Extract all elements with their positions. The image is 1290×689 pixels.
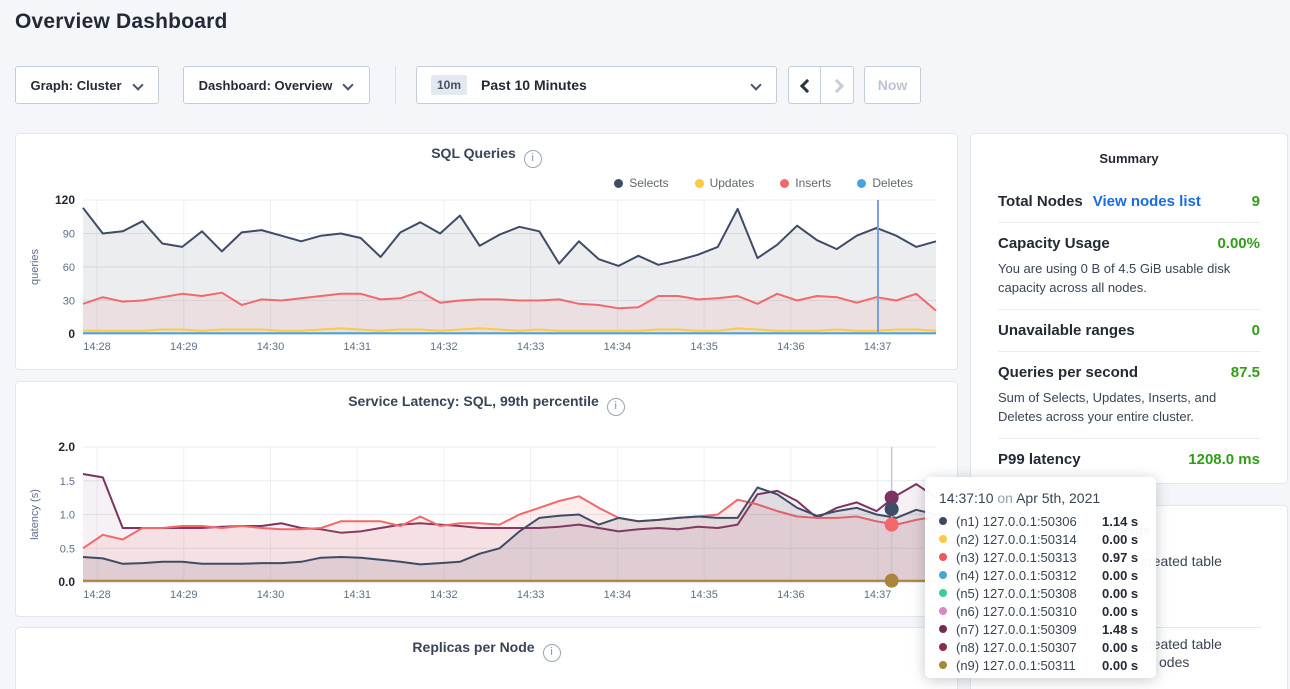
svg-text:14:31: 14:31 [343,341,371,353]
svg-text:1.0: 1.0 [60,510,75,522]
svg-text:1.5: 1.5 [60,476,75,488]
svg-text:0.5: 0.5 [60,543,75,555]
svg-text:90: 90 [63,229,75,241]
capacity-desc: You are using 0 B of 4.5 GiB usable disk… [998,259,1260,297]
total-nodes-value: 9 [1252,193,1260,210]
svg-text:14:28: 14:28 [83,341,111,353]
time-range-label: Past 10 Minutes [481,77,587,93]
series-dot [939,535,947,543]
service-latency-card: Service Latency: SQL, 99th percentile 14… [15,381,958,617]
chevron-down-icon [750,80,762,90]
summary-row-qps: Queries per second 87.5 Sum of Selects, … [998,352,1260,439]
unavailable-label: Unavailable ranges [998,322,1135,339]
svg-text:14:33: 14:33 [517,589,545,601]
tooltip-row: (n3) 127.0.0.1:503130.97 s [939,548,1142,566]
svg-text:30: 30 [63,296,75,308]
graph-dropdown-label: Graph: Cluster [30,78,121,93]
capacity-value: 0.00% [1217,235,1260,252]
series-dot [939,553,947,561]
summary-panel: Summary Total Nodes View nodes list 9 Ca… [970,133,1288,484]
time-next-button-disabled[interactable] [820,66,854,104]
dashboard-dropdown[interactable]: Dashboard: Overview [183,66,370,104]
chevron-left-icon [799,79,811,91]
svg-text:14:34: 14:34 [604,589,632,601]
tooltip-row: (n1) 127.0.0.1:503061.14 s [939,512,1142,530]
p99-label: P99 latency [998,451,1081,468]
tooltip-row: (n8) 127.0.0.1:503070.00 s [939,638,1142,656]
svg-text:14:31: 14:31 [343,589,371,601]
chart-hover-tooltip: 14:37:10 on Apr 5th, 2021 (n1) 127.0.0.1… [925,477,1156,678]
toolbar-divider [395,66,396,104]
svg-text:14:29: 14:29 [170,589,198,601]
overview-dashboard-page: Overview Dashboard Graph: Cluster Dashbo… [0,0,1290,689]
page-title: Overview Dashboard [15,10,228,34]
event-item[interactable]: odes [1159,654,1189,670]
qps-label: Queries per second [998,364,1138,381]
time-range-badge: 10m [431,75,467,95]
graph-dropdown[interactable]: Graph: Cluster [15,66,159,104]
time-prev-button[interactable] [788,66,821,104]
svg-text:14:37: 14:37 [864,589,892,601]
service-latency-chart[interactable]: 14:28 14:29 14:30 14:31 14:32 14:33 14:34 14:35… [16,382,959,618]
svg-text:2.0: 2.0 [58,440,75,454]
tooltip-row: (n2) 127.0.0.1:503140.00 s [939,530,1142,548]
series-dot [939,517,947,525]
sql-queries-card: SQL Queries Selects Updates Inserts Dele… [15,133,958,370]
svg-text:120: 120 [55,193,75,207]
svg-text:queries: queries [29,248,41,285]
now-button[interactable]: Now [864,66,921,104]
svg-text:0: 0 [68,327,75,341]
series-dot [939,661,947,669]
qps-value: 87.5 [1231,364,1260,381]
p99-value: 1208.0 ms [1188,451,1260,468]
svg-text:14:34: 14:34 [604,341,632,353]
summary-row-unavailable: Unavailable ranges 0 [998,310,1260,352]
summary-heading: Summary [998,134,1260,166]
svg-text:14:32: 14:32 [430,341,458,353]
svg-text:14:35: 14:35 [690,589,718,601]
info-icon[interactable] [543,644,561,662]
qps-desc: Sum of Selects, Updates, Inserts, and De… [998,388,1260,426]
chevron-down-icon [342,80,354,90]
svg-text:14:30: 14:30 [257,341,285,353]
view-nodes-list-link[interactable]: View nodes list [1093,193,1201,210]
svg-text:60: 60 [63,262,75,274]
tooltip-row: (n7) 127.0.0.1:503091.48 s [939,620,1142,638]
summary-row-p99: P99 latency 1208.0 ms [998,439,1260,480]
dashboard-dropdown-label: Dashboard: Overview [199,78,333,93]
svg-text:latency (s): latency (s) [29,489,41,540]
tooltip-row: (n9) 127.0.0.1:503110.00 s [939,656,1142,674]
sql-queries-chart[interactable]: 14:28 14:29 14:30 14:31 14:32 14:33 14:34 14:35… [16,134,959,371]
svg-text:14:30: 14:30 [257,589,285,601]
replicas-per-node-card: Replicas per Node [15,627,958,689]
tooltip-row: (n5) 127.0.0.1:503080.00 s [939,584,1142,602]
series-dot [939,607,947,615]
summary-row-total-nodes: Total Nodes View nodes list 9 [998,181,1260,223]
svg-text:14:35: 14:35 [690,341,718,353]
tooltip-timestamp: 14:37:10 on Apr 5th, 2021 [939,490,1142,506]
time-range-picker[interactable]: 10m Past 10 Minutes [416,66,777,104]
chevron-right-icon [831,79,843,91]
svg-text:14:37: 14:37 [864,341,892,353]
tooltip-row: (n6) 127.0.0.1:503100.00 s [939,602,1142,620]
series-dot [939,625,947,633]
svg-text:14:32: 14:32 [430,589,458,601]
total-nodes-label: Total Nodes [998,193,1083,210]
summary-row-capacity: Capacity Usage 0.00% You are using 0 B o… [998,223,1260,310]
chart-title: Replicas per Node [16,639,957,662]
series-dot [939,571,947,579]
series-dot [939,643,947,651]
svg-text:14:29: 14:29 [170,341,198,353]
chevron-down-icon [132,80,144,90]
series-dot [939,589,947,597]
svg-text:14:33: 14:33 [517,341,545,353]
summary-body: Total Nodes View nodes list 9 Capacity U… [998,181,1260,480]
svg-text:14:36: 14:36 [777,589,805,601]
svg-text:14:36: 14:36 [777,341,805,353]
capacity-label: Capacity Usage [998,235,1110,252]
unavailable-value: 0 [1252,322,1260,339]
svg-text:14:28: 14:28 [83,589,111,601]
svg-text:0.0: 0.0 [58,575,75,589]
tooltip-row: (n4) 127.0.0.1:503120.00 s [939,566,1142,584]
